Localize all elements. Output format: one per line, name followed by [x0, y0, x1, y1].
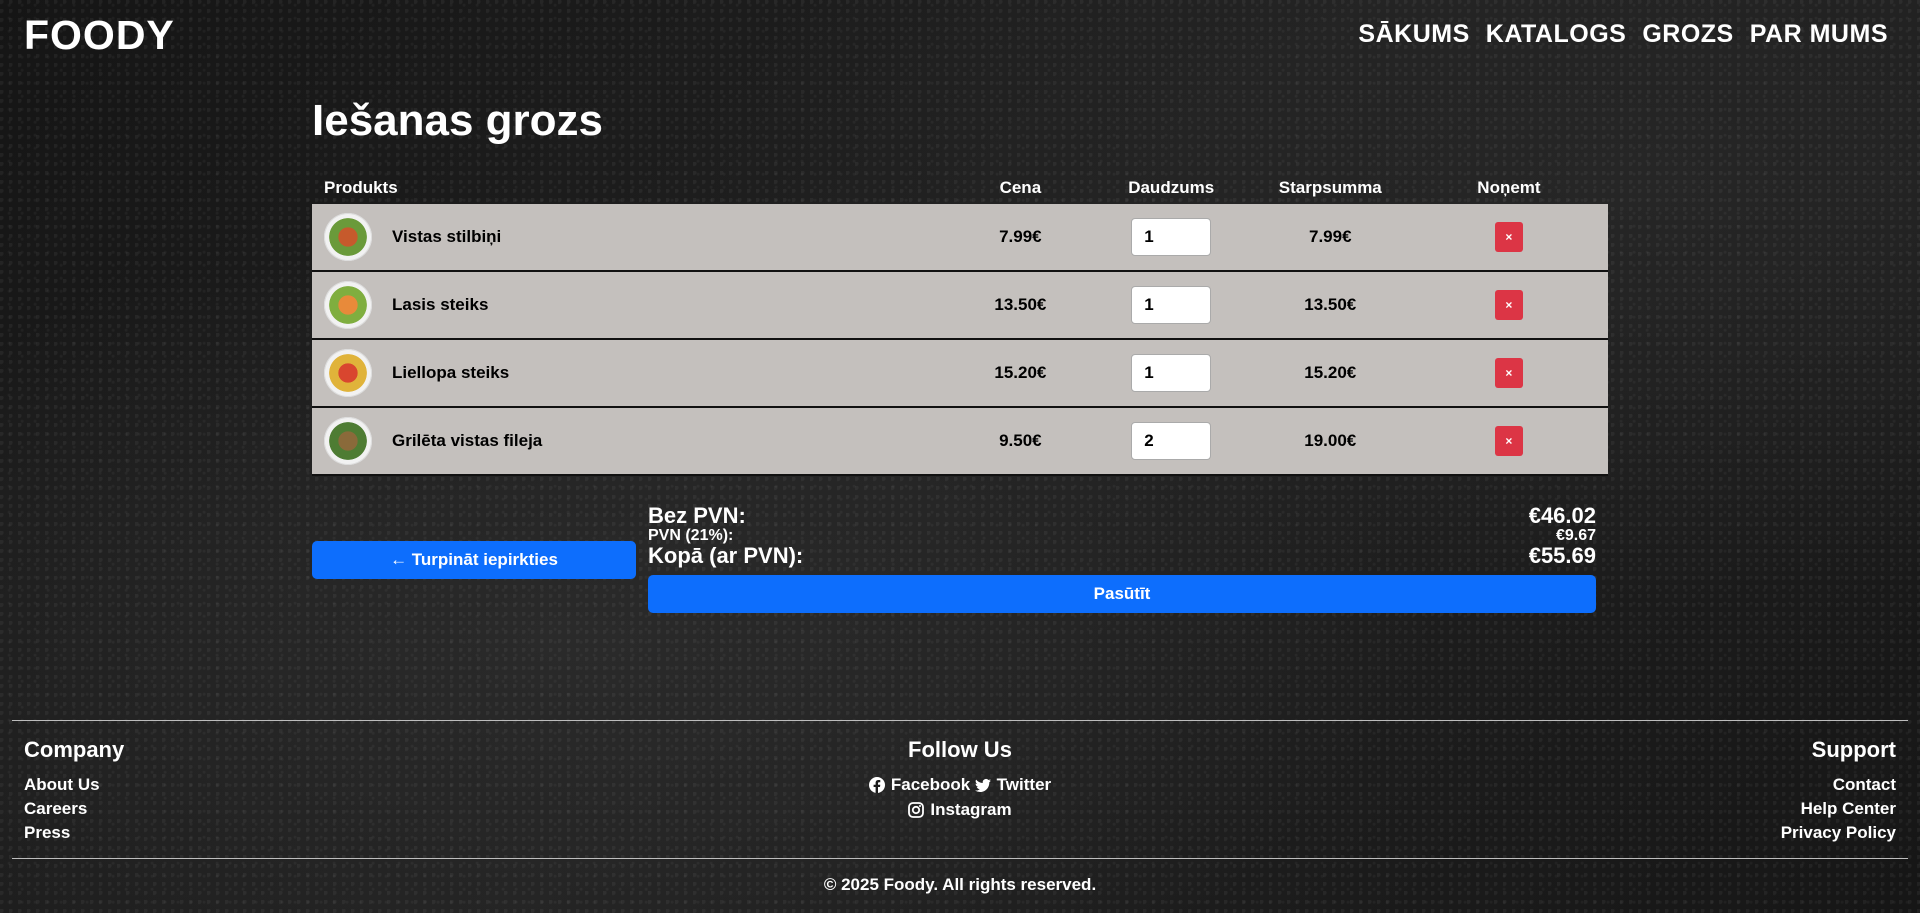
product-subtotal: 19.00€	[1250, 407, 1410, 476]
page-title: Iešanas grozs	[312, 96, 604, 145]
product-name: Vistas stilbiņi	[392, 227, 502, 246]
product-subtotal: 7.99€	[1250, 204, 1410, 272]
twitter-label: Twitter	[996, 775, 1052, 794]
quantity-input[interactable]	[1131, 218, 1212, 256]
product-subtotal: 15.20€	[1250, 339, 1410, 408]
nav-link-about[interactable]: PAR MUMS	[1750, 20, 1888, 49]
footer-support: Support Contact Help Center Privacy Poli…	[1781, 737, 1896, 845]
quantity-input[interactable]	[1131, 354, 1212, 392]
footer-follow: Follow Us Facebook Twitter Instagram	[860, 737, 1060, 823]
grand-total-label: Kopā (ar PVN):	[648, 543, 804, 568]
net-total-value: €46.02	[1528, 503, 1596, 528]
product-subtotal: 13.50€	[1250, 271, 1410, 340]
cart-table-header: Produkts Cena Daudzums Starpsumma Noņemt	[312, 172, 1608, 204]
close-icon: ×	[1505, 366, 1513, 380]
order-button[interactable]: Pasūtīt	[648, 575, 1596, 613]
nav-link-catalog[interactable]: KATALOGS	[1486, 20, 1627, 49]
cart-row: Vistas stilbiņi 7.99€ 7.99€ ×	[312, 204, 1608, 272]
footer-link-instagram[interactable]: Instagram	[908, 798, 1012, 822]
cart-row: Grilēta vistas fileja 9.50€ 19.00€ ×	[312, 407, 1608, 476]
column-header-subtotal: Starpsumma	[1278, 178, 1382, 197]
quantity-input[interactable]	[1131, 286, 1212, 324]
close-icon: ×	[1505, 298, 1513, 312]
product-image	[324, 281, 372, 329]
product-image	[324, 417, 372, 465]
twitter-icon	[974, 778, 991, 792]
footer-link-careers[interactable]: Careers	[24, 797, 124, 821]
footer-link-facebook[interactable]: Facebook	[868, 773, 971, 797]
footer-company-title: Company	[24, 737, 125, 762]
column-header-remove: Noņemt	[1477, 178, 1541, 197]
footer-company: Company About Us Careers Press	[24, 737, 124, 845]
product-image	[324, 213, 372, 261]
instagram-icon	[908, 802, 925, 818]
close-icon: ×	[1505, 434, 1513, 448]
remove-item-button[interactable]: ×	[1494, 290, 1523, 320]
column-header-price: Cena	[999, 178, 1042, 197]
nav-link-cart[interactable]: GROZS	[1642, 20, 1733, 49]
footer-link-press[interactable]: Press	[24, 821, 124, 845]
footer-link-about-us[interactable]: About Us	[24, 773, 124, 797]
main-nav: SĀKUMS KATALOGS GROZS PAR MUMS	[1358, 20, 1888, 49]
product-price: 15.20€	[949, 339, 1092, 408]
footer-support-title: Support	[1811, 737, 1896, 762]
footer-link-help-center[interactable]: Help Center	[1781, 797, 1896, 821]
nav-link-home[interactable]: SĀKUMS	[1358, 20, 1469, 49]
quantity-input[interactable]	[1131, 422, 1212, 460]
net-total-row: Bez PVN: €46.02	[648, 505, 1596, 527]
footer-bottom-divider	[12, 858, 1908, 859]
product-price: 9.50€	[949, 407, 1092, 476]
product-name: Lasis steiks	[392, 295, 489, 314]
facebook-icon	[868, 777, 885, 793]
net-total-label: Bez PVN:	[648, 503, 746, 528]
grand-total-value: €55.69	[1528, 543, 1596, 568]
facebook-label: Facebook	[890, 775, 971, 794]
remove-item-button[interactable]: ×	[1494, 358, 1523, 388]
footer-link-contact[interactable]: Contact	[1781, 773, 1896, 797]
cart-row: Liellopa steiks 15.20€ 15.20€ ×	[312, 339, 1608, 408]
footer-divider	[12, 720, 1908, 721]
cart-table: Produkts Cena Daudzums Starpsumma Noņemt…	[312, 172, 1608, 476]
footer-follow-title: Follow Us	[908, 737, 1012, 762]
close-icon: ×	[1505, 230, 1513, 244]
product-name: Grilēta vistas fileja	[392, 431, 543, 450]
column-header-product: Produkts	[324, 178, 398, 197]
footer-link-privacy-policy[interactable]: Privacy Policy	[1781, 821, 1896, 845]
order-summary: Bez PVN: €46.02 PVN (21%): €9.67 Kopā (a…	[648, 505, 1596, 613]
product-price: 7.99€	[949, 204, 1092, 272]
grand-total-row: Kopā (ar PVN): €55.69	[648, 545, 1596, 567]
column-header-quantity: Daudzums	[1128, 178, 1215, 197]
instagram-label: Instagram	[930, 800, 1012, 819]
footer-link-twitter[interactable]: Twitter	[974, 773, 1052, 797]
continue-shopping-button[interactable]: ← Turpināt iepirkties	[312, 541, 636, 579]
product-price: 13.50€	[949, 271, 1092, 340]
remove-item-button[interactable]: ×	[1494, 426, 1523, 456]
product-image	[324, 349, 372, 397]
copyright: © 2025 Foody. All rights reserved.	[823, 875, 1097, 894]
product-name: Liellopa steiks	[392, 363, 510, 382]
cart-row: Lasis steiks 13.50€ 13.50€ ×	[312, 271, 1608, 340]
logo[interactable]: FOODY	[24, 12, 175, 59]
remove-item-button[interactable]: ×	[1494, 222, 1523, 252]
site-header: FOODY SĀKUMS KATALOGS GROZS PAR MUMS	[0, 0, 1920, 70]
